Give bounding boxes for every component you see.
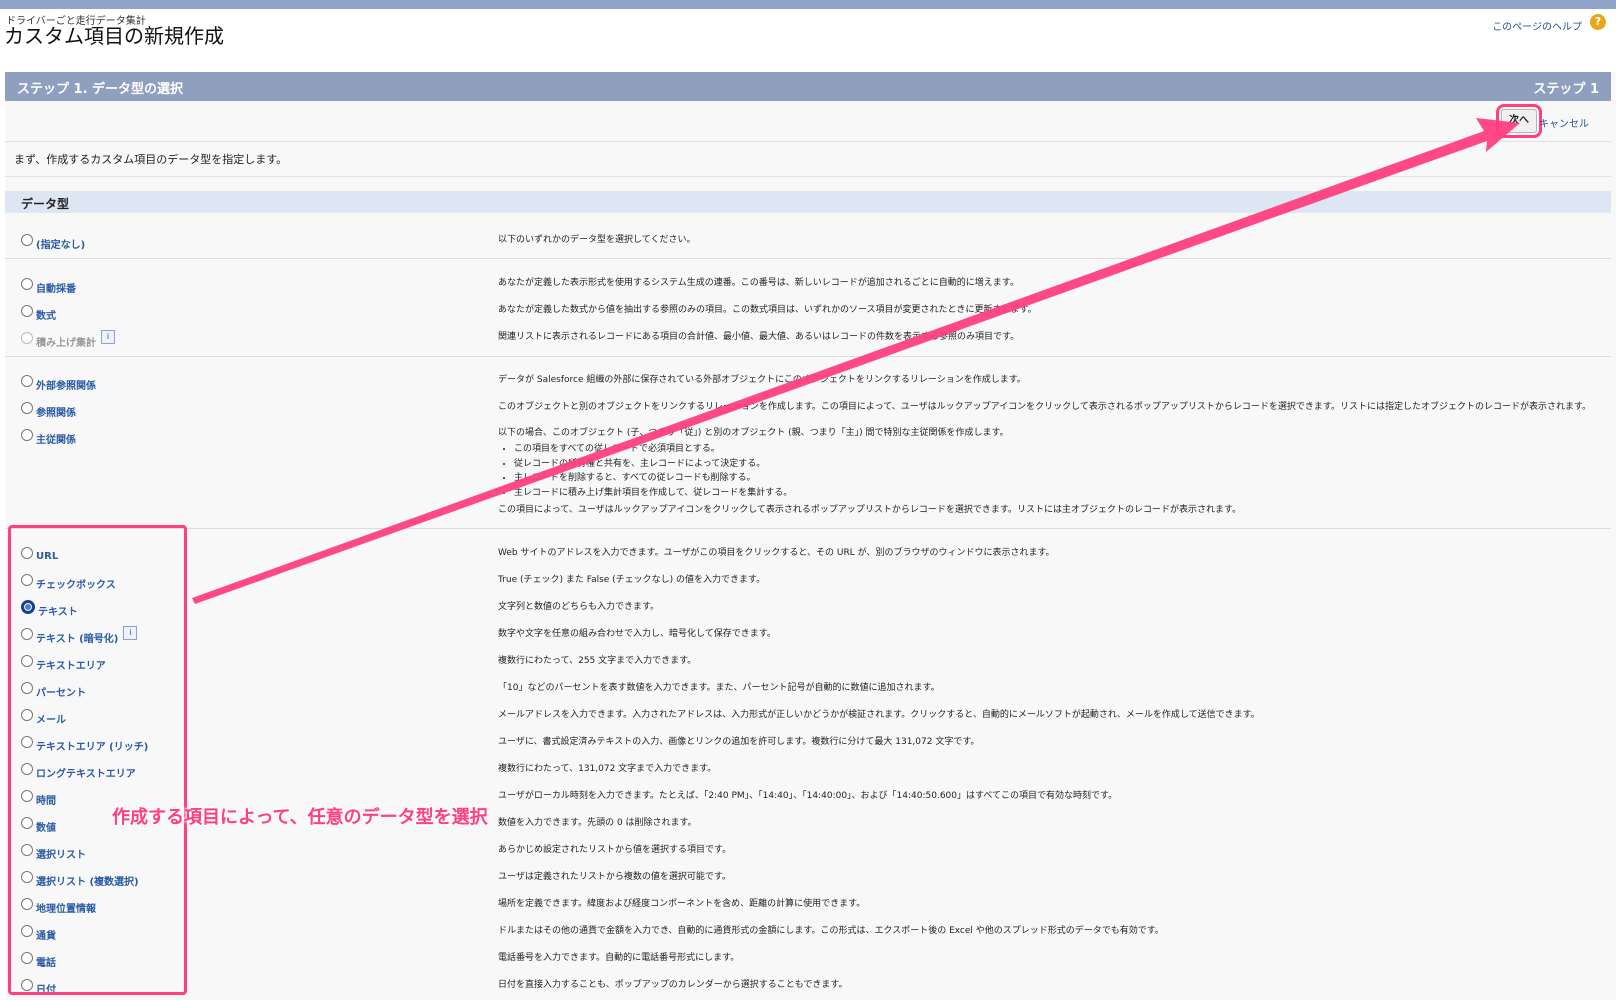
annotation-arrow: [192, 118, 1520, 604]
